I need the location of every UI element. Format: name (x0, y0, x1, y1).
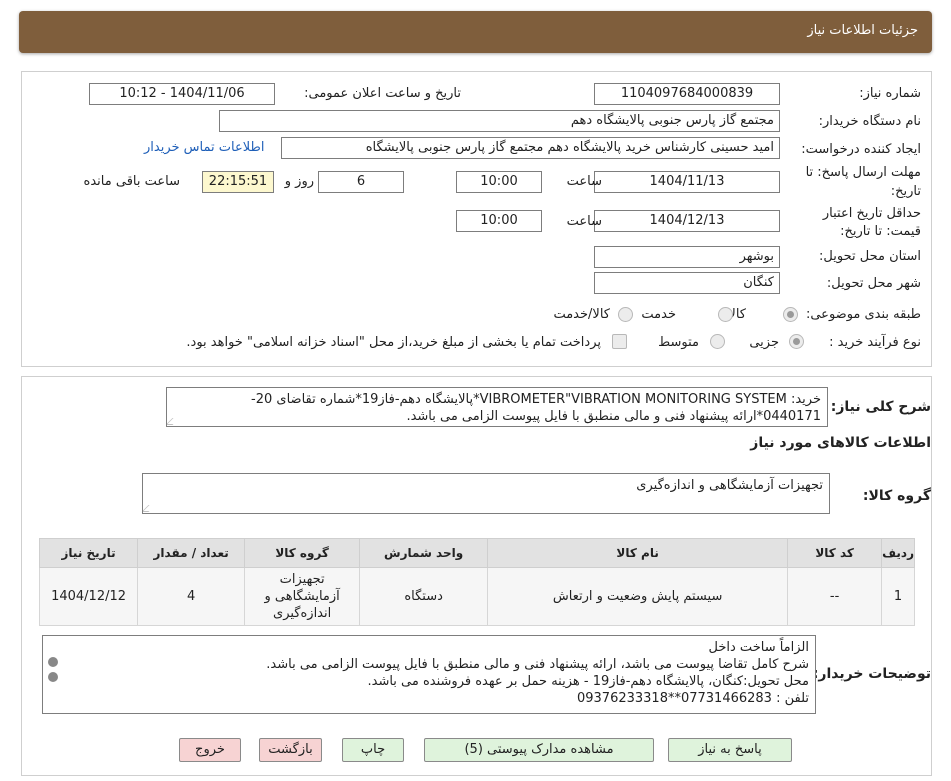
summary-label: شرح کلی نیاز: (830, 399, 931, 415)
process-medium-radio[interactable] (710, 334, 725, 349)
remaining-label: ساعت باقی مانده (83, 174, 180, 189)
buyer-note-line: شرح کامل تقاضا پیوست می باشد، ارائه پیشن… (266, 657, 809, 672)
goods-group-textarea[interactable]: تجهیزات آزمایشگاهی و اندازه‌گیری (142, 473, 830, 514)
category-label: طبقه بندی موضوعی: (805, 307, 921, 322)
col-qty-header: تعداد / مقدار (137, 538, 246, 568)
category-service-label: خدمت (641, 307, 676, 322)
col-group-header: گروه کالا (244, 538, 361, 568)
validity-time-field: 10:00 (456, 210, 542, 232)
province-label: استان محل تحویل: (819, 249, 921, 264)
category-service-radio[interactable] (718, 307, 733, 322)
scroll-dot-icon (48, 672, 58, 682)
deadline-date-field: 1404/11/13 (594, 171, 780, 193)
buyer-note-line: تلفن : 07731466283**09376233318 (576, 691, 809, 706)
goods-group-value: تجهیزات آزمایشگاهی و اندازه‌گیری (636, 478, 823, 493)
category-goods-radio[interactable] (783, 307, 798, 322)
category-both-label: کالا/خدمت (553, 307, 610, 322)
goods-section-title: اطلاعات کالاهای مورد نیاز (750, 435, 931, 451)
col-date-header: تاریخ نیاز (38, 538, 139, 568)
process-label: نوع فرآیند خرید : (829, 335, 921, 350)
remaining-time-field: 22:15:51 (202, 171, 274, 193)
summary-line-1: خرید: VIBROMETER"VIBRATION MONITORING SY… (251, 392, 821, 407)
cell-row: 1 (881, 567, 915, 626)
city-field: کنگان (594, 272, 780, 294)
buyer-org-field: مجتمع گاز پارس جنوبی پالایشگاه دهم (219, 110, 780, 132)
resize-grip-icon[interactable] (143, 505, 156, 512)
requester-label: ایجاد کننده درخواست: (801, 142, 921, 157)
table-row: 1 -- سیستم پایش وضعیت و ارتعاش دستگاه تج… (38, 567, 915, 626)
cell-qty: 4 (137, 567, 246, 626)
cell-code: -- (787, 567, 883, 626)
need-number-label: شماره نیاز: (859, 86, 921, 101)
info-panel: شماره نیاز: 1104097684000839 تاریخ و ساع… (21, 71, 932, 367)
deadline-time-field: 10:00 (456, 171, 542, 193)
days-label: روز و (284, 174, 314, 189)
notes-scrollbar[interactable] (46, 639, 60, 711)
exit-button[interactable]: خروج (179, 738, 241, 762)
summary-line-2: 0440171*ارائه پیشنهاد فنی و مالی منطبق ب… (406, 409, 821, 424)
attachments-button[interactable]: مشاهده مدارک پیوستی (5) (424, 738, 654, 762)
province-field: بوشهر (594, 246, 780, 268)
goods-group-label: گروه کالا: (862, 488, 931, 504)
deadline-time-label: ساعت (566, 174, 602, 189)
items-table: ردیف کد کالا نام کالا واحد شمارش گروه کا… (38, 538, 915, 626)
col-row-header: ردیف (881, 538, 915, 568)
cell-name: سیستم پایش وضعیت و ارتعاش (487, 567, 789, 626)
print-button[interactable]: چاپ (342, 738, 404, 762)
process-minor-label: جزیی (749, 335, 779, 350)
buyer-contact-link[interactable]: اطلاعات تماس خریدار (144, 140, 264, 155)
page-header: جزئیات اطلاعات نیاز (19, 11, 932, 53)
buyer-notes-label: توضیحات خریدار: (812, 666, 931, 682)
buyer-org-label: نام دستگاه خریدار: (818, 114, 921, 129)
days-field: 6 (318, 171, 404, 193)
page-title: جزئیات اطلاعات نیاز (807, 23, 918, 38)
treasury-payment-note: پرداخت تمام یا بخشی از مبلغ خرید،از محل … (186, 335, 601, 350)
needs-panel: شرح کلی نیاز: خرید: VIBROMETER"VIBRATION… (21, 376, 932, 776)
validity-label: حداقل تاریخ اعتبار (822, 206, 921, 221)
summary-textarea[interactable]: خرید: VIBROMETER"VIBRATION MONITORING SY… (166, 387, 828, 427)
cell-unit: دستگاه (359, 567, 489, 626)
deadline-label-2: تاریخ: (890, 184, 921, 199)
col-unit-header: واحد شمارش (359, 538, 489, 568)
process-minor-radio[interactable] (789, 334, 804, 349)
treasury-payment-checkbox[interactable] (612, 334, 627, 349)
scroll-dot-icon (48, 657, 58, 667)
category-both-radio[interactable] (618, 307, 633, 322)
reply-button[interactable]: پاسخ به نیاز (668, 738, 792, 762)
buyer-note-line: الزاماً ساخت داخل (708, 640, 809, 655)
buyer-note-line: محل تحویل:کنگان، پالایشگاه دهم-فاز19 - ه… (367, 674, 809, 689)
announce-field: 1404/11/06 - 10:12 (89, 83, 275, 105)
need-number-field: 1104097684000839 (594, 83, 780, 105)
announce-label: تاریخ و ساعت اعلان عمومی: (304, 86, 461, 101)
cell-date: 1404/12/12 (38, 567, 139, 626)
col-code-header: کد کالا (787, 538, 883, 568)
validity-label-2: قیمت: تا تاریخ: (840, 224, 921, 239)
deadline-label: مهلت ارسال پاسخ: تا (805, 165, 921, 180)
buyer-notes-textarea[interactable]: الزاماً ساخت داخل شرح کامل تقاضا پیوست م… (42, 635, 816, 714)
city-label: شهر محل تحویل: (826, 276, 921, 291)
table-header-row: ردیف کد کالا نام کالا واحد شمارش گروه کا… (38, 538, 915, 568)
validity-date-field: 1404/12/13 (594, 210, 780, 232)
col-name-header: نام کالا (487, 538, 789, 568)
requester-field: امید حسینی کارشناس خرید پالایشگاه دهم مج… (281, 137, 780, 159)
process-medium-label: متوسط (658, 335, 699, 350)
back-button[interactable]: بازگشت (259, 738, 322, 762)
cell-group: تجهیزات آزمایشگاهی و اندازه‌گیری (244, 567, 361, 626)
validity-time-label: ساعت (566, 214, 602, 229)
